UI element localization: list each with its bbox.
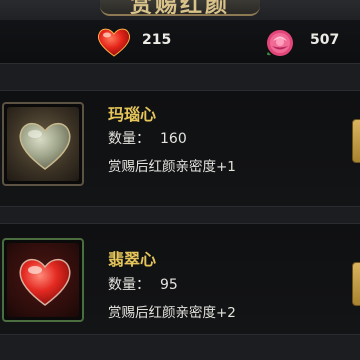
item-card-agate-heart: 玛瑙心 数量： 160 赏赐后红颜亲密度+1 (0, 90, 360, 207)
item-quantity: 数量： 160 (108, 128, 187, 148)
item-name: 翡翠心 (108, 250, 157, 269)
reward-button[interactable] (352, 262, 360, 306)
item-card-jade-heart: 翡翠心 数量： 95 赏赐后红颜亲密度+2 (0, 223, 360, 335)
resource-bar: 215 507 (0, 20, 360, 64)
quantity-value: 95 (160, 277, 178, 293)
page-title: 赏赐红颜 (129, 0, 230, 16)
title-plaque: 赏赐红颜 (100, 0, 260, 16)
agate-heart-icon (19, 122, 71, 170)
item-slot-bg (7, 107, 79, 181)
quantity-label: 数量： (108, 277, 150, 293)
reward-button[interactable] (352, 119, 360, 163)
roses-count: 507 (310, 32, 340, 48)
quantity-value: 160 (160, 131, 187, 147)
quantity-label: 数量： (108, 131, 150, 147)
red-heart-icon (97, 28, 131, 57)
item-name: 玛瑙心 (108, 105, 157, 124)
item-slot (2, 238, 84, 322)
item-effect: 赏赐后红颜亲密度+1 (108, 159, 236, 175)
item-slot-bg (7, 243, 79, 317)
rose-icon (267, 30, 293, 56)
item-slot (2, 102, 84, 186)
item-quantity: 数量： 95 (108, 274, 178, 294)
jade-heart-icon (19, 258, 71, 306)
hearts-count: 215 (142, 32, 172, 48)
item-effect: 赏赐后红颜亲密度+2 (108, 305, 236, 321)
